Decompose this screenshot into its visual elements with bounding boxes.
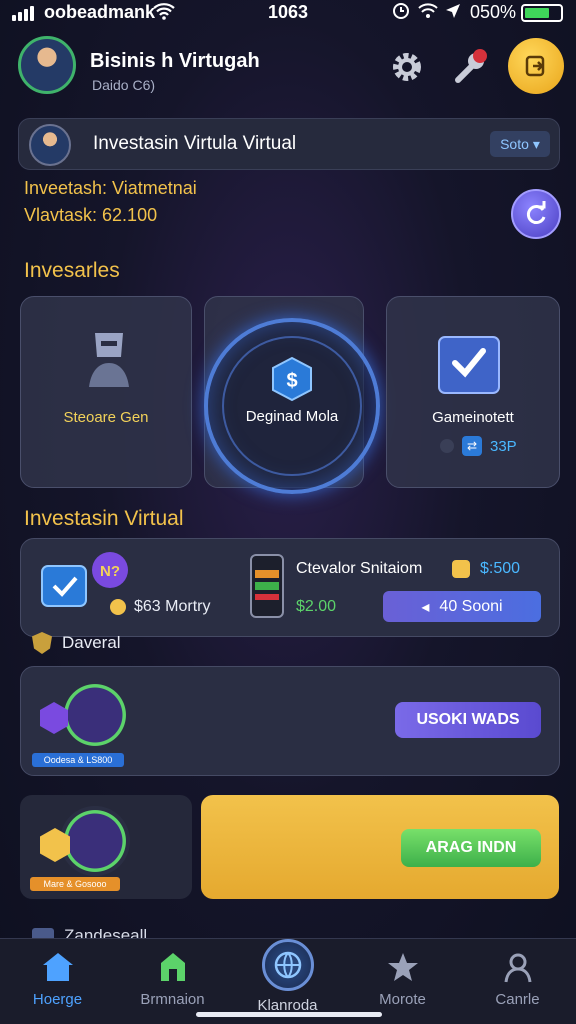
refresh-icon xyxy=(526,201,546,224)
buy-button[interactable]: ◂ 40 Sooni xyxy=(383,591,541,622)
globe-icon xyxy=(261,939,314,991)
battery-icon xyxy=(521,4,563,22)
svg-text:N?: N? xyxy=(100,563,120,580)
info-line-1: Inveetash: Viatmetnai xyxy=(24,178,197,198)
dropdown-value: Soto xyxy=(500,136,529,152)
overall-label: Daveral xyxy=(62,633,121,652)
section-title-2: Investasin Virtual xyxy=(24,507,184,530)
buy-button-label: 40 Sooni xyxy=(439,597,503,615)
nav-label: Brmnaion xyxy=(140,991,205,1008)
location-icon xyxy=(444,2,462,25)
portfolio-left-value-text: $63 Mortry xyxy=(134,598,211,615)
robot-icon xyxy=(87,325,131,392)
phone-chart-icon xyxy=(250,554,284,618)
tile-right-value-row: ⇄ 33P xyxy=(440,436,517,456)
shield-icon xyxy=(32,632,52,654)
user-name: Bisinis h Virtugah xyxy=(90,50,260,72)
nav-item-home[interactable]: Hoerge xyxy=(0,951,115,1008)
wifi-icon xyxy=(153,2,175,25)
overall-row: Daveral xyxy=(32,632,121,654)
dot-icon xyxy=(440,439,454,453)
tile-right-label: Gameinotett xyxy=(432,409,514,426)
avatar[interactable] xyxy=(18,36,76,94)
add-asset-button[interactable]: USOKI WADS xyxy=(395,702,541,738)
portfolio-item-title: Ctevalor Snitaiom xyxy=(296,560,423,577)
chevron-down-icon: ▾ xyxy=(532,135,540,152)
wrench-icon[interactable] xyxy=(452,46,492,91)
check-card-icon xyxy=(435,329,505,400)
person-icon xyxy=(504,953,531,983)
currency-dropdown[interactable]: Soto ▾ xyxy=(490,131,550,157)
tile-right-value: 33P xyxy=(490,437,517,455)
status-bar: oobeadmank 1063 050% xyxy=(0,0,576,26)
nav-item-profile[interactable]: Canrle xyxy=(460,951,575,1008)
nav-item-store[interactable]: Brmnaion xyxy=(115,951,230,1008)
section-title: Invesarles xyxy=(24,259,120,282)
nav-label: Hoerge xyxy=(32,991,83,1008)
tile-left-label: Steoare Gen xyxy=(63,409,149,426)
search-bar[interactable]: Investasin Virtula Virtual Soto ▾ xyxy=(18,118,560,170)
home-icon xyxy=(42,953,73,981)
svg-text:$: $ xyxy=(286,370,297,392)
store-icon xyxy=(160,953,185,981)
swap-icon: ⇄ xyxy=(462,436,482,456)
dollar-shield-icon: $ xyxy=(270,356,314,407)
gear-icon[interactable] xyxy=(390,50,424,89)
asset-tag-1: Oodesa & LS800 xyxy=(32,753,124,767)
promo-button[interactable]: ARAG INDN xyxy=(401,829,541,867)
tile-game[interactable]: Gameinotett xyxy=(386,296,560,488)
battery-percent: 050% xyxy=(470,2,517,22)
phone-orb-icon-2 xyxy=(60,806,130,876)
search-avatar xyxy=(29,124,71,166)
wifi-small-icon xyxy=(418,2,438,25)
nav-label: Canrle xyxy=(495,991,540,1008)
signal-icon xyxy=(12,6,34,21)
wallet-icon xyxy=(525,55,545,77)
refresh-button[interactable] xyxy=(511,189,561,239)
tile-mid-label: Deginad Mola xyxy=(245,408,339,425)
wallet-button[interactable] xyxy=(508,38,564,94)
portfolio-item-value: $2.00 xyxy=(296,598,337,615)
coin-icon xyxy=(110,599,126,615)
star-icon xyxy=(387,953,418,981)
user-subtitle: Daido C6) xyxy=(92,77,156,93)
alarm-icon xyxy=(392,2,410,25)
phone-orb-icon xyxy=(60,680,130,750)
arrow-icon: ◂ xyxy=(421,598,430,616)
nav-label: Morote xyxy=(379,991,426,1008)
search-text: Investasin Virtula Virtual xyxy=(93,133,297,154)
info-line-2: Vlavtask: 62.100 xyxy=(24,205,158,225)
portfolio-item-price: $:500 xyxy=(480,560,521,577)
carrier-name: oobeadmank xyxy=(44,2,156,22)
clock: 1063 xyxy=(268,2,309,22)
nav-item-more[interactable]: Morote xyxy=(345,951,460,1008)
portfolio-left-value: $63 Mortry xyxy=(110,598,210,616)
asset-tag-2: Mare & Gosooo xyxy=(30,877,120,891)
nav-item-center[interactable]: Klanroda xyxy=(230,939,345,1014)
gold-icon xyxy=(452,560,470,578)
tile-strategy[interactable]: Steoare Gen xyxy=(20,296,192,488)
home-indicator[interactable] xyxy=(196,1012,382,1017)
